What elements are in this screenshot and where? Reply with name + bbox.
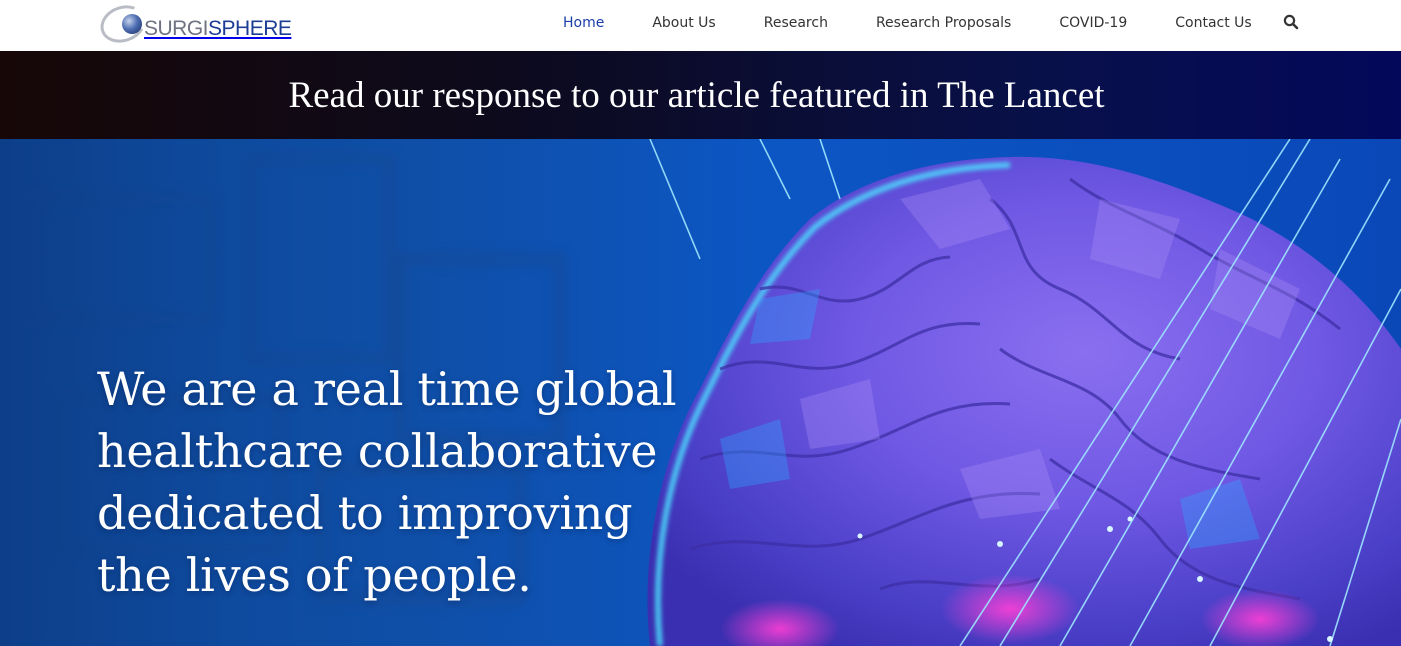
logo-wordmark: SURGISPHERE xyxy=(144,16,292,40)
main-nav: Home About Us Research Research Proposal… xyxy=(563,0,1252,46)
site-header: SURGISPHERE Home About Us Research Resea… xyxy=(0,0,1401,51)
announcement-banner: Read our response to our article feature… xyxy=(0,51,1401,139)
nav-item-research-proposals[interactable]: Research Proposals xyxy=(876,15,1011,31)
surgisphere-logo[interactable]: SURGISPHERE xyxy=(95,0,292,49)
lancet-response-link[interactable]: Read our response to our article feature… xyxy=(0,51,1401,139)
nav-item-contact-us[interactable]: Contact Us xyxy=(1175,15,1251,31)
nav-item-about-us[interactable]: About Us xyxy=(652,15,715,31)
hero-heading-line: dedicated to improving xyxy=(97,486,633,540)
hero-section: We are a real time global healthcare col… xyxy=(0,139,1401,646)
nav-item-home[interactable]: Home xyxy=(563,15,604,31)
globe-icon xyxy=(95,0,151,49)
hero-heading-line: healthcare collaborative xyxy=(97,424,658,478)
nav-item-research[interactable]: Research xyxy=(764,15,828,31)
banner-text: Read our response to our article feature… xyxy=(288,74,1105,116)
search-icon[interactable] xyxy=(1283,14,1299,30)
hero-heading-line: We are a real time global xyxy=(97,362,677,416)
hero-heading: We are a real time global healthcare col… xyxy=(97,358,697,606)
nav-item-covid-19[interactable]: COVID-19 xyxy=(1059,15,1127,31)
hero-heading-line: the lives of people. xyxy=(97,548,532,602)
